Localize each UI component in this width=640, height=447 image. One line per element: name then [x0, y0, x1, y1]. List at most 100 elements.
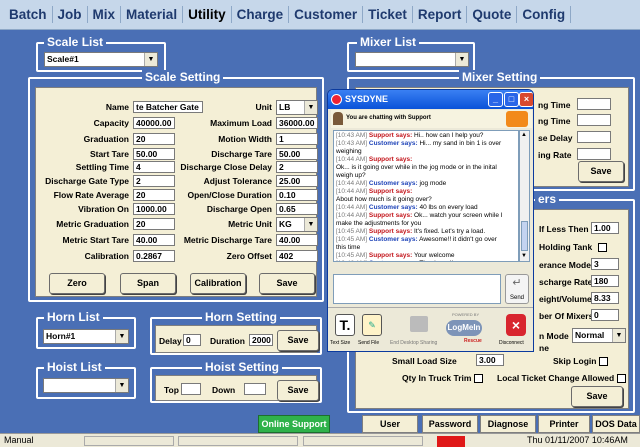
scale-right-input[interactable]: 25.00 [276, 175, 318, 187]
scale-right-input[interactable]: 40.00 [276, 234, 318, 246]
small-load-size-input[interactable]: 3.00 [476, 354, 504, 366]
chat-message-text: Ok... watch your screen while I [414, 212, 503, 219]
mixer-row-4-input[interactable] [577, 148, 611, 160]
scale-left-input[interactable]: 0.2867 [133, 250, 175, 262]
chat-message-line: weighing [336, 148, 516, 156]
send-file-icon[interactable]: ✎ [362, 314, 382, 336]
menu-config[interactable]: Config [517, 6, 572, 23]
scale-right-label: Discharge Close Delay [180, 162, 272, 172]
scale-left-input[interactable]: 20 [133, 189, 175, 201]
menu-job[interactable]: Job [53, 6, 88, 23]
discharge-rate-input[interactable]: 180 [591, 275, 619, 287]
menu-batch[interactable]: Batch [4, 6, 53, 23]
send-button[interactable]: ↵ Send [505, 274, 529, 304]
scale-left-input[interactable]: 4 [133, 161, 175, 173]
scale-left-input[interactable]: 40000.00 [133, 117, 175, 129]
password-button[interactable]: Password [422, 415, 478, 433]
diagnose-button[interactable]: Diagnose [480, 415, 536, 433]
horn-save-button[interactable]: Save [277, 330, 319, 351]
ers-save-button[interactable]: Save [571, 386, 623, 407]
mixer-row-1-label: ng Time [538, 100, 571, 110]
scale-left-input[interactable]: 50.00 [133, 148, 175, 160]
scroll-thumb[interactable] [521, 221, 528, 251]
down-input[interactable] [244, 383, 266, 395]
delay-input[interactable]: 0 [183, 334, 201, 346]
tolerance-mode-input[interactable]: 3 [591, 258, 619, 270]
hoist-list-select[interactable]: ▼ [43, 378, 129, 393]
holding-tank-checkbox[interactable] [598, 243, 607, 252]
discharge-rate-label: scharge Rate [539, 277, 593, 287]
scale-left-label: Calibration [84, 251, 129, 261]
chat-message-time: [10:43 AM] [336, 140, 368, 147]
scale-left-input[interactable]: 40.00 [133, 234, 175, 246]
mixer-row-3-input[interactable] [577, 131, 611, 143]
menu-charge[interactable]: Charge [232, 6, 290, 23]
calibration-button[interactable]: Calibration [190, 273, 246, 294]
scale-right-select[interactable]: LB ▼ [276, 100, 318, 115]
chat-message-text: Ok... is it going over while in the jog … [336, 164, 497, 171]
menu-utility[interactable]: Utility [183, 6, 232, 23]
chevron-down-icon: ▼ [115, 379, 128, 392]
scale-right-input[interactable]: 1 [276, 133, 318, 145]
scroll-down-icon[interactable]: ▼ [521, 253, 527, 259]
weight-volume-input[interactable]: 8.33 [591, 292, 619, 304]
chat-messages[interactable]: [10:43 AM] Support says: Hi.. how can I … [333, 130, 519, 262]
chat-titlebar[interactable]: SYSDYNE _ □ × [328, 90, 533, 109]
chat-scrollbar[interactable]: ▲ ▼ [519, 130, 530, 262]
printer-button[interactable]: Printer [538, 415, 590, 433]
qty-truck-trim-checkbox[interactable] [474, 374, 484, 384]
mixer-row-2-input[interactable] [577, 114, 611, 126]
top-input[interactable] [181, 383, 201, 395]
save-scale-button[interactable]: Save [259, 273, 315, 294]
hoist-save-button[interactable]: Save [277, 380, 319, 401]
scale-right-input[interactable]: 36000.00 [276, 117, 318, 129]
scale-right-input[interactable]: 50.00 [276, 148, 318, 160]
scale-left-input[interactable]: 2 [133, 175, 175, 187]
zero-button[interactable]: Zero [49, 273, 105, 294]
chat-message-time: [10:44 AM] [336, 204, 368, 211]
scale-right-input[interactable]: 2 [276, 161, 318, 173]
scale-list-select[interactable]: Scale#1 ▼ [44, 52, 158, 67]
minimize-icon[interactable]: _ [488, 92, 503, 107]
scroll-up-icon[interactable]: ▲ [521, 132, 527, 138]
span-button[interactable]: Span [120, 273, 176, 294]
if-less-then-input[interactable]: 1.00 [591, 222, 619, 234]
scale-right-input[interactable]: 0.65 [276, 203, 318, 215]
scale-left-input[interactable]: 20 [133, 218, 175, 230]
mixer-row-1-input[interactable] [577, 98, 611, 110]
menu-ticket[interactable]: Ticket [363, 6, 413, 23]
online-support-button[interactable]: Online Support [258, 415, 330, 433]
mixer-list-select[interactable]: ▼ [355, 52, 469, 67]
scale-left-input[interactable]: te Batcher Gate [133, 101, 203, 113]
maximize-icon[interactable]: □ [504, 92, 519, 107]
scale-setting-title: Scale Setting [142, 70, 224, 85]
mixer-save-button[interactable]: Save [578, 161, 624, 182]
chat-input[interactable] [333, 274, 501, 304]
scale-right-select[interactable]: KG ▼ [276, 217, 318, 232]
scale-right-input[interactable]: 402 [276, 250, 318, 262]
horn-list-select[interactable]: Horn#1 ▼ [43, 329, 129, 344]
menu-quote[interactable]: Quote [467, 6, 518, 23]
skip-login-checkbox[interactable] [599, 357, 609, 367]
local-ticket-checkbox[interactable] [617, 374, 627, 384]
menu-report[interactable]: Report [413, 6, 468, 23]
scale-right-input[interactable]: 0.10 [276, 189, 318, 201]
end-desktop-label: End Desktop Sharing [390, 340, 438, 346]
menu-customer[interactable]: Customer [289, 6, 364, 23]
menu-mix[interactable]: Mix [88, 6, 122, 23]
scale-left-input[interactable]: 1000.00 [133, 203, 175, 215]
dos-data-button[interactable]: DOS Data [592, 415, 640, 433]
local-ticket-label: Local Ticket Change Allowed [497, 373, 627, 384]
desktop-share-icon[interactable] [410, 316, 428, 332]
duration-input[interactable]: 2000 [249, 334, 273, 346]
number-of-mixers-input[interactable]: 0 [591, 309, 619, 321]
disconnect-icon[interactable]: × [506, 314, 526, 336]
close-icon[interactable]: × [519, 92, 533, 107]
scale-left-input[interactable]: 20 [133, 133, 175, 145]
user-button[interactable]: User [362, 415, 418, 433]
chat-message-time: [10:46 AM] [336, 260, 367, 261]
mode-select[interactable]: Normal ▼ [572, 328, 626, 343]
menu-material[interactable]: Material [121, 6, 184, 23]
chat-message-line: make the adjustments for you [336, 220, 516, 228]
text-size-icon[interactable]: T. [335, 314, 355, 336]
